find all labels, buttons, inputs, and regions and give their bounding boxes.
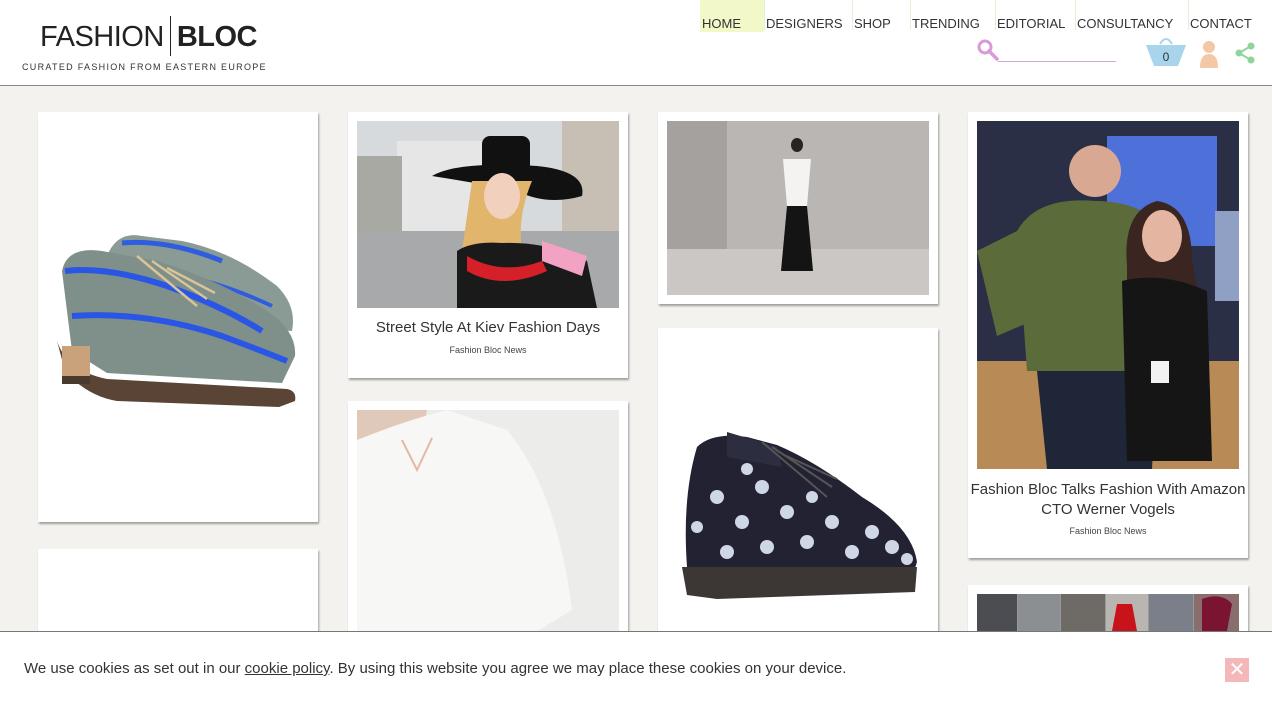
article-title[interactable]: Street Style At Kiev Fashion Days [348, 318, 628, 338]
product-card-top[interactable] [348, 401, 628, 631]
main-nav: HOME DESIGNERS SHOP TRENDING EDITORIAL C… [700, 0, 1252, 32]
product-image-oxford-shoes [47, 121, 309, 513]
brand-name: FASHION BLOC [40, 16, 257, 56]
article-card-street-style[interactable]: Street Style At Kiev Fashion Days Fashio… [348, 112, 628, 378]
cookie-message: We use cookies as set out in our cookie … [24, 660, 846, 677]
product-card-model[interactable] [658, 112, 938, 304]
user-icon[interactable] [1198, 40, 1220, 68]
nav-contact-label: CONTACT [1190, 16, 1252, 31]
brand-tagline: CURATED FASHION FROM EASTERN EUROPE [22, 62, 267, 72]
nav-shop-label: SHOP [854, 16, 891, 31]
cookie-banner: We use cookies as set out in our cookie … [0, 631, 1272, 706]
nav-consultancy[interactable]: CONSULTANCY [1075, 0, 1188, 32]
share-icon[interactable] [1234, 42, 1256, 64]
product-image [47, 558, 309, 631]
product-image-floral-boots [667, 337, 929, 631]
nav-shop[interactable]: SHOP [852, 0, 910, 32]
brand-divider [169, 16, 171, 56]
nav-editorial[interactable]: EDITORIAL [995, 0, 1075, 32]
brand-name-left: FASHION [40, 21, 164, 53]
article-category: Fashion Bloc News [449, 345, 527, 355]
close-icon[interactable]: ✕ [1225, 658, 1249, 682]
product-card-boots[interactable] [658, 328, 938, 631]
brand-logo[interactable]: FASHION BLOC CURATED FASHION FROM EASTERN… [22, 14, 266, 76]
site-header: FASHION BLOC CURATED FASHION FROM EASTERN… [0, 0, 1272, 86]
article-category: Fashion Bloc News [1069, 526, 1147, 536]
header-tools: 0 [976, 36, 1266, 72]
nav-home[interactable]: HOME [700, 0, 764, 32]
cart-count: 0 [1162, 50, 1170, 64]
search-icon[interactable] [976, 38, 1000, 62]
nav-trending-label: TRENDING [912, 16, 980, 31]
product-image-white-top [357, 410, 619, 631]
nav-editorial-label: EDITORIAL [997, 16, 1066, 31]
cookie-text-suffix: . By using this website you agree we may… [329, 660, 847, 677]
nav-designers-label: DESIGNERS [766, 16, 843, 31]
brand-name-right: BLOC [176, 21, 258, 53]
article-image-collage [977, 594, 1239, 631]
nav-contact[interactable]: CONTACT [1188, 0, 1252, 32]
nav-trending[interactable]: TRENDING [910, 0, 995, 32]
cookie-policy-link[interactable]: cookie policy [245, 660, 330, 677]
article-image-street-style [357, 121, 619, 308]
product-card-placeholder[interactable] [38, 549, 318, 631]
article-image-amazon-cto [977, 121, 1239, 469]
product-image-model [667, 121, 929, 295]
nav-consultancy-label: CONSULTANCY [1077, 16, 1174, 31]
article-card-amazon-cto[interactable]: Fashion Bloc Talks Fashion With Amazon C… [968, 112, 1248, 558]
search-input[interactable] [998, 61, 1116, 62]
cookie-text-prefix: We use cookies as set out in our [24, 660, 245, 677]
article-card-collage[interactable] [968, 585, 1248, 631]
cart-button[interactable]: 0 [1144, 36, 1188, 68]
nav-designers[interactable]: DESIGNERS [764, 0, 852, 32]
product-card-shoes[interactable] [38, 112, 318, 522]
article-title[interactable]: Fashion Bloc Talks Fashion With Amazon C… [968, 480, 1248, 520]
